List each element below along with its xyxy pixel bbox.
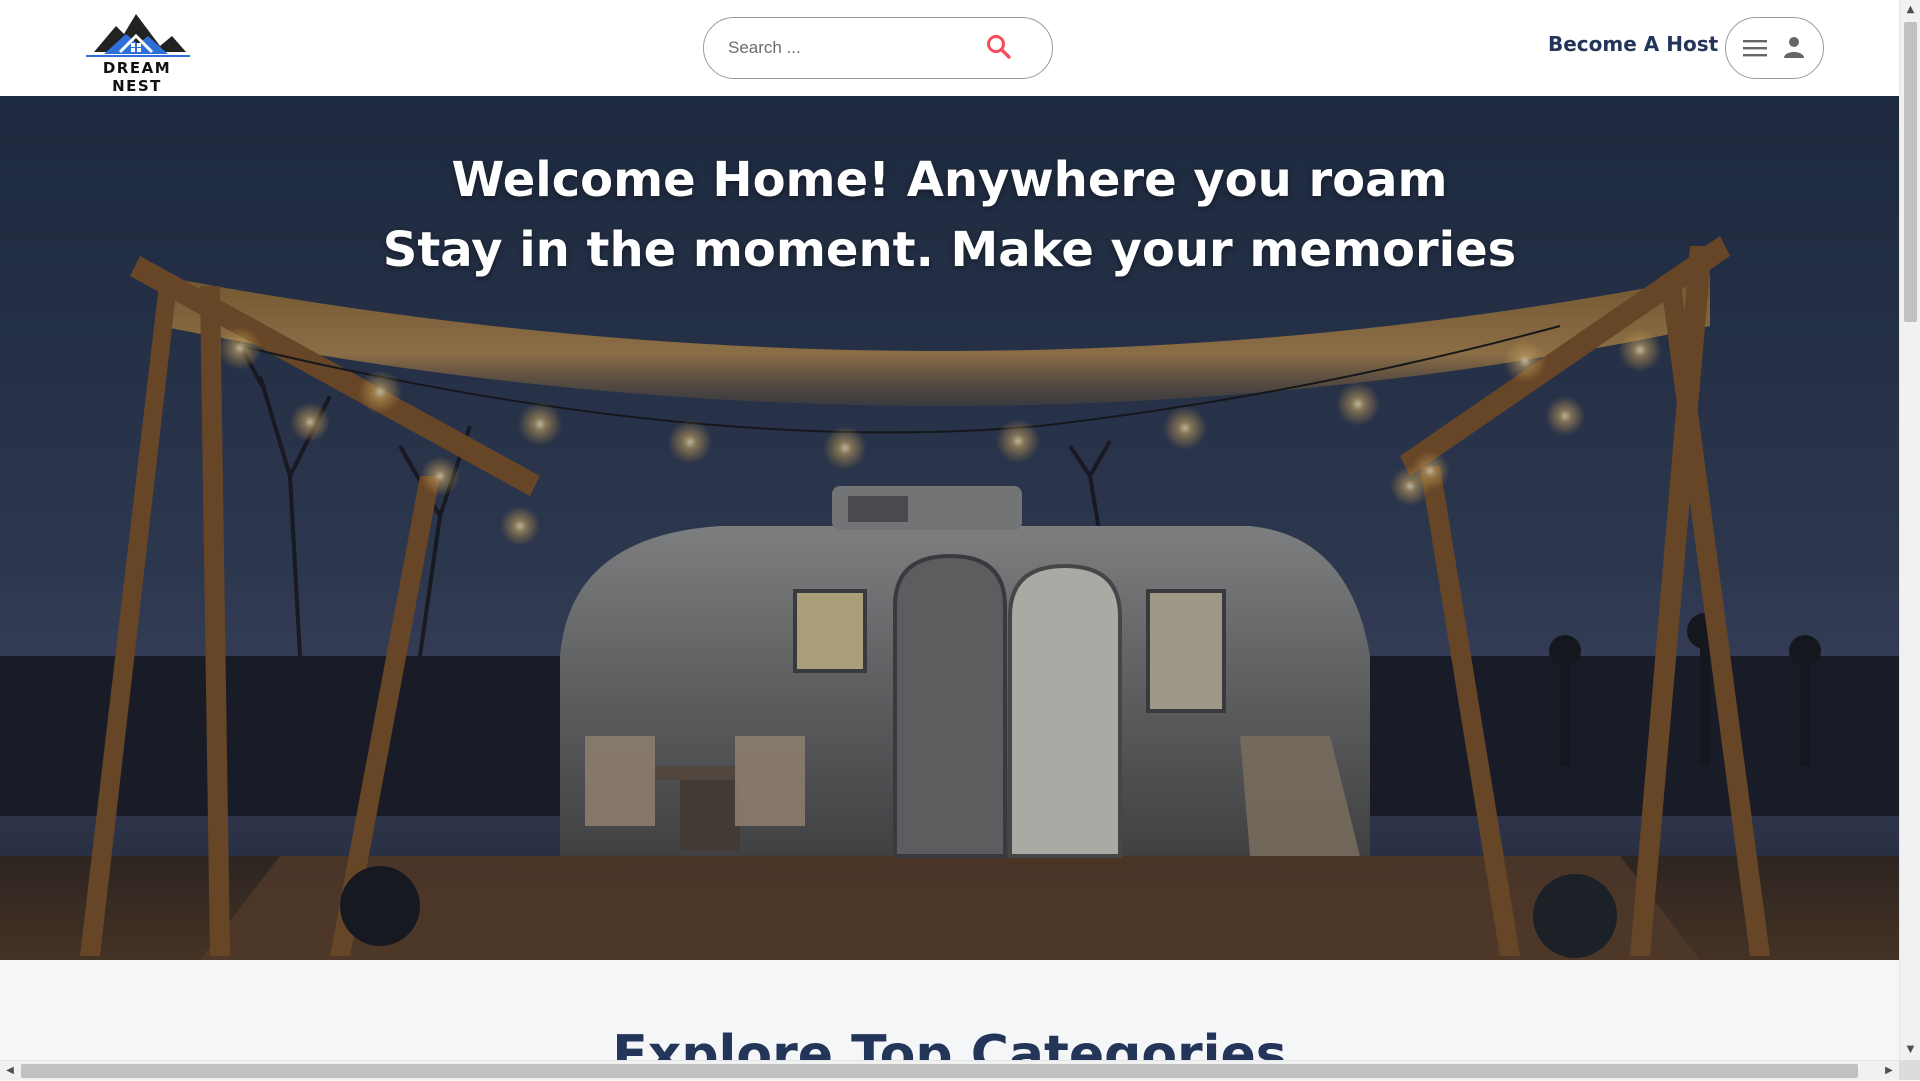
become-host-link[interactable]: Become A Host [1548,32,1718,62]
scroll-right-icon[interactable]: ▶ [1879,1061,1899,1081]
vertical-scrollbar[interactable]: ▲ ▼ [1899,0,1920,1060]
hero-banner: Welcome Home! Anywhere you roam Stay in … [0,96,1899,960]
brand-name: DREAM NEST [102,59,172,95]
page-viewport: DREAM NEST Become A Host [0,0,1899,1060]
account-menu-button[interactable] [1725,17,1824,79]
search-icon[interactable] [986,34,1012,60]
scroll-down-icon[interactable]: ▼ [1900,1040,1920,1060]
vertical-scroll-thumb[interactable] [1904,22,1917,322]
scroll-up-icon[interactable]: ▲ [1900,0,1920,20]
search-input[interactable] [728,32,968,64]
hero-headline-line1: Welcome Home! Anywhere you roam [451,152,1448,208]
hero-headline-line2: Stay in the moment. Make your memories [382,222,1517,278]
house-mountain-logo-icon [86,14,190,57]
scroll-left-icon[interactable]: ◀ [0,1061,20,1081]
horizontal-scrollbar[interactable]: ◀ ▶ [0,1060,1899,1080]
section-title: Explore Top Categories [612,1025,1287,1060]
user-icon [1784,37,1804,58]
menu-icon [1743,40,1767,57]
site-header: DREAM NEST Become A Host [0,0,1899,96]
scrollbar-corner [1899,1060,1920,1080]
horizontal-scroll-thumb[interactable] [21,1064,1858,1078]
brand-logo[interactable]: DREAM NEST [76,12,198,95]
